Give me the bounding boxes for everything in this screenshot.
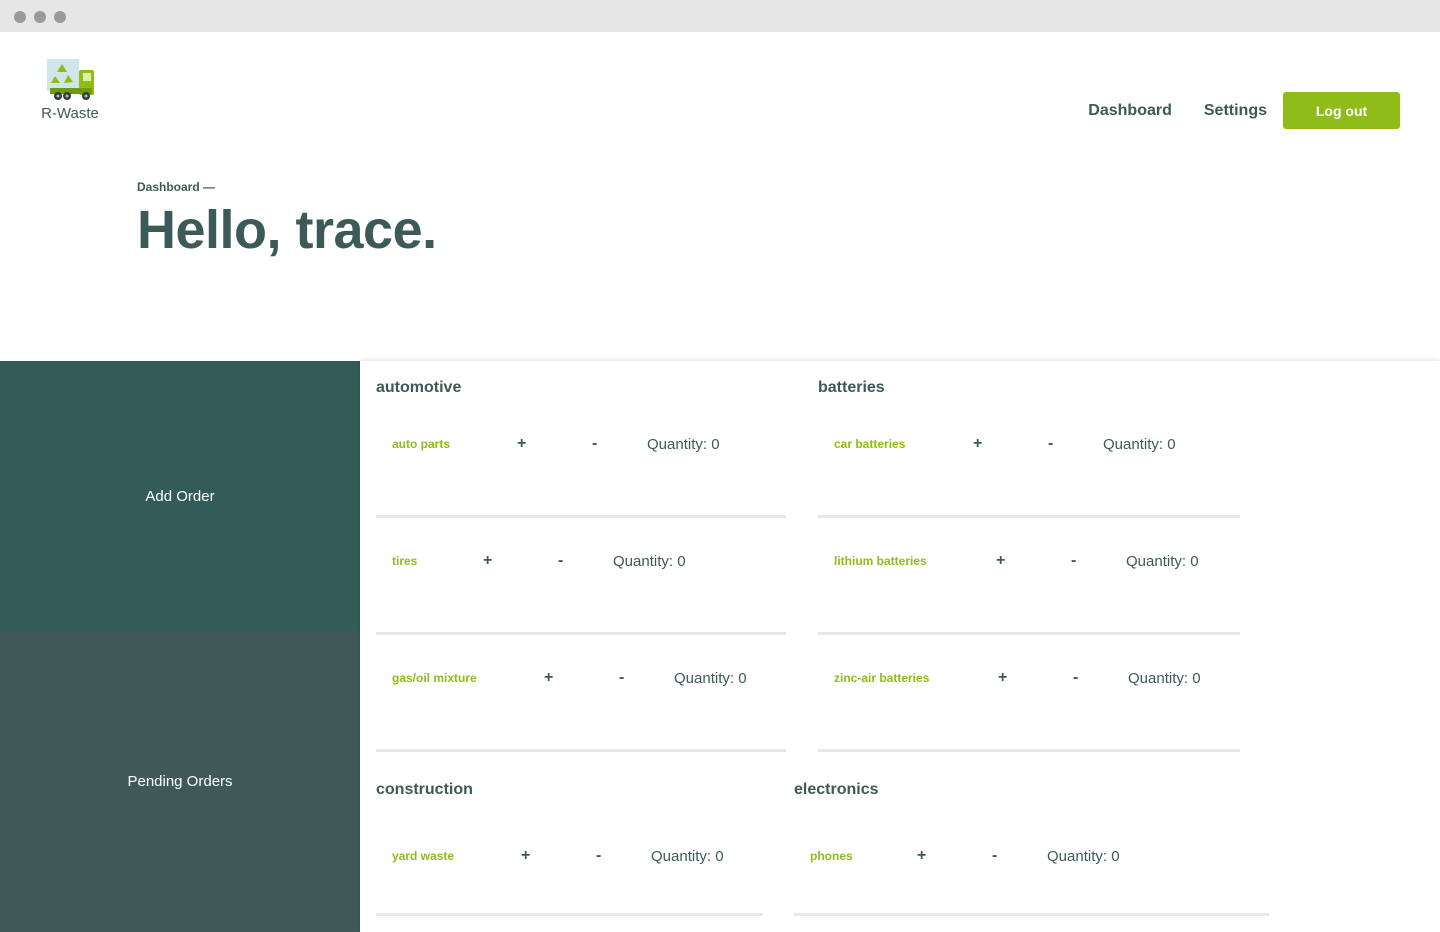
- order-item: yard waste + - Quantity: 0: [376, 799, 763, 916]
- quantity-label: Quantity: 0: [651, 848, 724, 865]
- quantity-label: Quantity: 0: [1128, 670, 1201, 687]
- brand-logo[interactable]: R-Waste: [40, 58, 102, 122]
- quantity-label: Quantity: 0: [613, 553, 686, 570]
- category-title-automotive: automotive: [376, 379, 462, 396]
- increment-button[interactable]: +: [996, 552, 1005, 570]
- pending-orders-label: Pending Orders: [127, 773, 233, 790]
- item-name: gas/oil mixture: [392, 671, 477, 685]
- decrement-button[interactable]: -: [592, 435, 597, 453]
- sidebar: Add Order Pending Orders: [0, 361, 360, 932]
- quantity-label: Quantity: 0: [1126, 553, 1199, 570]
- nav-settings-link[interactable]: Settings: [1204, 102, 1267, 120]
- category-title-construction: construction: [376, 781, 473, 798]
- decrement-button[interactable]: -: [596, 847, 601, 865]
- breadcrumb: Dashboard —: [137, 180, 216, 194]
- page-title: Hello, trace.: [137, 200, 437, 260]
- quantity-label: Quantity: 0: [674, 670, 747, 687]
- increment-button[interactable]: +: [544, 669, 553, 687]
- decrement-button[interactable]: -: [1071, 552, 1076, 570]
- item-name: zinc-air batteries: [834, 671, 930, 685]
- item-name: lithium batteries: [834, 554, 927, 568]
- quantity-label: Quantity: 0: [1103, 436, 1176, 453]
- decrement-button[interactable]: -: [558, 552, 563, 570]
- nav-dashboard-link[interactable]: Dashboard: [1088, 102, 1172, 120]
- order-item: phones + - Quantity: 0: [794, 799, 1269, 916]
- pending-orders-button[interactable]: Pending Orders: [0, 631, 360, 932]
- add-order-button[interactable]: Add Order: [0, 361, 360, 631]
- increment-button[interactable]: +: [521, 847, 530, 865]
- logout-button[interactable]: Log out: [1283, 92, 1400, 129]
- order-panel: automotive auto parts + - Quantity: 0 ti…: [360, 361, 1440, 932]
- order-item: zinc-air batteries + - Quantity: 0: [818, 635, 1240, 752]
- increment-button[interactable]: +: [998, 669, 1007, 687]
- top-nav: Dashboard Settings Log out: [1088, 92, 1400, 129]
- category-title-batteries: batteries: [818, 379, 885, 396]
- window-minimize-dot[interactable]: [34, 11, 46, 23]
- window-close-dot[interactable]: [14, 11, 26, 23]
- category-title-electronics: electronics: [794, 781, 879, 798]
- brand-name: R-Waste: [41, 105, 99, 122]
- decrement-button[interactable]: -: [1073, 669, 1078, 687]
- order-item: auto parts + - Quantity: 0: [376, 401, 786, 518]
- add-order-label: Add Order: [145, 487, 215, 505]
- item-name: auto parts: [392, 437, 451, 451]
- window-maximize-dot[interactable]: [54, 11, 66, 23]
- order-item: gas/oil mixture + - Quantity: 0: [376, 635, 786, 752]
- increment-button[interactable]: +: [483, 552, 492, 570]
- order-item: car batteries + - Quantity: 0: [818, 401, 1240, 518]
- item-name: yard waste: [392, 849, 455, 863]
- recycling-truck-icon: [47, 59, 94, 100]
- order-item: tires + - Quantity: 0: [376, 518, 786, 635]
- increment-button[interactable]: +: [917, 847, 926, 865]
- item-name: car batteries: [834, 437, 906, 451]
- quantity-label: Quantity: 0: [647, 436, 720, 453]
- decrement-button[interactable]: -: [992, 847, 997, 865]
- browser-chrome: [0, 0, 1440, 32]
- decrement-button[interactable]: -: [619, 669, 624, 687]
- quantity-label: Quantity: 0: [1047, 848, 1120, 865]
- increment-button[interactable]: +: [517, 435, 526, 453]
- increment-button[interactable]: +: [973, 435, 982, 453]
- item-name: tires: [392, 554, 418, 568]
- order-item: lithium batteries + - Quantity: 0: [818, 518, 1240, 635]
- decrement-button[interactable]: -: [1048, 435, 1053, 453]
- item-name: phones: [810, 849, 853, 863]
